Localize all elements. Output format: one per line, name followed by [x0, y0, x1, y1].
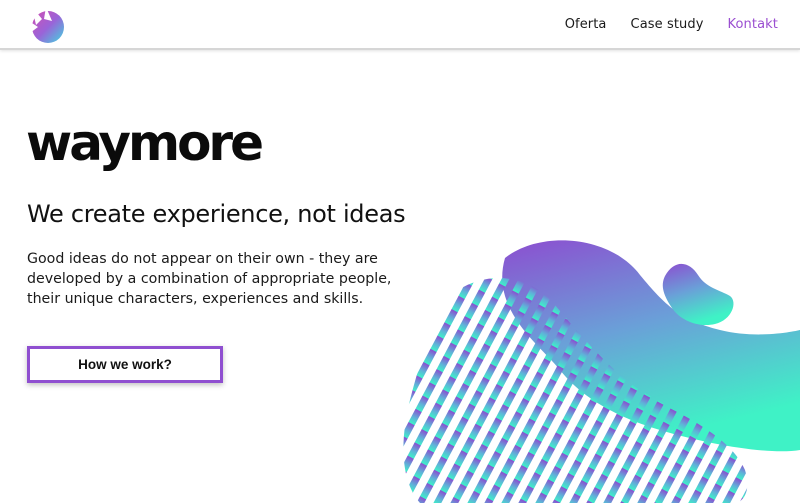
hero-tagline: We create experience, not ideas: [27, 200, 406, 228]
brand-wordmark: waymore: [26, 114, 264, 172]
waymore-logo-icon[interactable]: [26, 5, 66, 45]
how-we-work-button[interactable]: How we work?: [27, 346, 223, 383]
page: Oferta Case study Kontakt waymore We cre…: [0, 0, 800, 503]
nav-oferta-link[interactable]: Oferta: [565, 17, 607, 32]
site-header: Oferta Case study Kontakt: [0, 0, 800, 50]
main-nav: Oferta Case study Kontakt: [565, 0, 778, 48]
decorative-gradient-art: [403, 240, 800, 503]
nav-kontakt-link[interactable]: Kontakt: [728, 17, 778, 32]
nav-case-study-link[interactable]: Case study: [631, 17, 704, 32]
hero-description: Good ideas do not appear on their own - …: [27, 251, 392, 307]
